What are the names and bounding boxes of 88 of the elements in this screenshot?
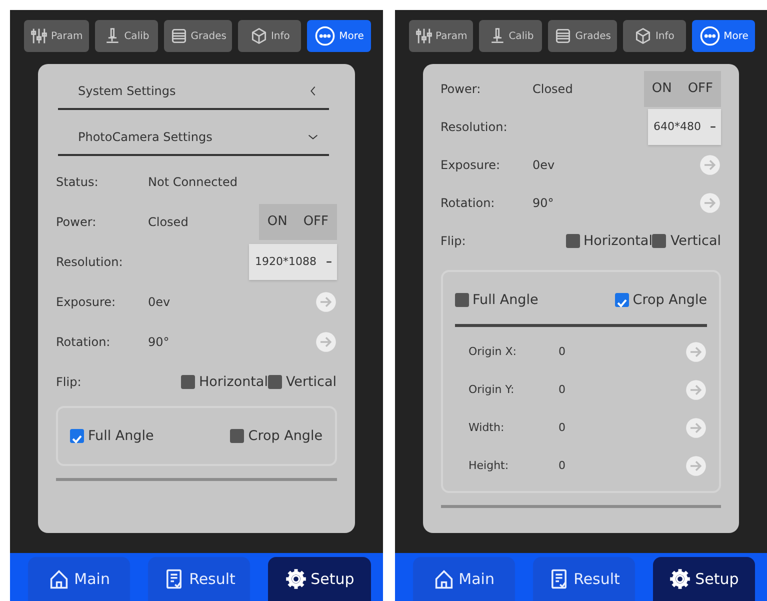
checkbox[interactable]: [566, 234, 580, 248]
checkbox[interactable]: [181, 375, 196, 389]
resolution-dropdown[interactable]: 640*480: [648, 109, 721, 145]
more-icon: [698, 25, 721, 47]
setting-value: 0: [558, 420, 566, 436]
checkbox[interactable]: [230, 429, 244, 443]
setting-label: Origin X:: [468, 344, 518, 360]
section-title: PhotoCamera Settings: [78, 129, 212, 146]
arrow-button-icon: [685, 417, 707, 439]
toolbar-tab[interactable]: Param: [408, 20, 474, 52]
setting-value: 0ev: [532, 157, 556, 174]
setting-label: Origin Y:: [468, 382, 516, 398]
nav-tab[interactable]: Result: [532, 557, 635, 601]
setting-label: Exposure:: [440, 157, 502, 174]
checkbox-label: Crop Angle: [632, 290, 707, 310]
checkbox-checked[interactable]: [70, 429, 84, 443]
setting-label: Power:: [440, 81, 482, 98]
setting-value: Not Connected: [148, 174, 238, 191]
checkbox-label: Vertical: [286, 372, 336, 392]
checkbox-label: Full Angle: [472, 290, 538, 310]
sliders-icon: [414, 27, 432, 45]
nav-tab[interactable]: Main: [28, 557, 130, 601]
toolbar-tab[interactable]: Info: [238, 20, 302, 52]
setting-label: Resolution:: [56, 254, 124, 271]
home-icon: [432, 568, 455, 590]
checkbox-label: Full Angle: [88, 426, 154, 446]
arrow-button-icon: [314, 331, 336, 353]
home-icon: [48, 568, 70, 590]
resolution-dropdown[interactable]: 1920*1088: [249, 244, 336, 280]
setting-value: 0: [558, 458, 566, 474]
arrow-button-icon: [685, 455, 707, 477]
toolbar-tab[interactable]: Calib: [479, 20, 542, 52]
toolbar-tab[interactable]: Grades: [164, 20, 232, 52]
checkbox-checked[interactable]: [614, 293, 629, 307]
settings-icon: [284, 568, 307, 590]
arrow-button-icon: [314, 291, 336, 313]
setting-label: Status:: [56, 174, 100, 191]
off-button[interactable]: OFF: [295, 204, 336, 240]
setting-label: Resolution:: [440, 119, 508, 136]
toolbar-tab[interactable]: Param: [24, 20, 89, 52]
setting-label: Width:: [468, 420, 506, 436]
toolbar-tab[interactable]: More: [307, 20, 370, 52]
setting-label: Exposure:: [56, 294, 117, 311]
stack-icon: [554, 27, 572, 45]
setting-value: 0: [558, 382, 566, 398]
sliders-icon: [30, 27, 48, 45]
checkbox-label: Crop Angle: [248, 426, 322, 446]
settings-icon: [669, 568, 692, 590]
setting-label: Height:: [468, 458, 510, 474]
on-button[interactable]: ON: [644, 71, 680, 107]
arrow-button-icon: [685, 379, 707, 401]
checkbox-label: Horizontal: [584, 232, 652, 251]
off-button[interactable]: OFF: [680, 71, 721, 107]
cube-icon: [250, 27, 268, 45]
toolbar-tab[interactable]: More: [692, 20, 755, 52]
arrow-button-icon: [699, 154, 721, 176]
nav-tab[interactable]: Result: [148, 557, 250, 601]
setting-value: Closed: [148, 214, 190, 231]
setting-value: 0ev: [148, 294, 172, 311]
nav-tab[interactable]: Main: [412, 557, 515, 601]
setting-label: Power:: [56, 214, 98, 231]
setting-label: Flip:: [56, 374, 82, 391]
checkbox-label: Vertical: [670, 232, 721, 251]
arrow-button-icon: [685, 341, 707, 363]
setting-value: Closed: [532, 81, 574, 98]
checkbox[interactable]: [268, 375, 282, 389]
checkbox-label: Horizontal: [199, 372, 268, 392]
setting-value: 90°: [532, 195, 555, 212]
checkbox[interactable]: [454, 293, 468, 307]
more-icon: [314, 25, 336, 47]
section-header[interactable]: PhotoCamera Settings: [58, 116, 328, 156]
setting-value: 0: [558, 344, 566, 360]
arrow-button-icon: [699, 192, 721, 214]
on-button[interactable]: ON: [259, 204, 296, 240]
setting-label: Flip:: [440, 233, 467, 250]
toolbar-tab[interactable]: Grades: [548, 20, 617, 52]
nav-tab[interactable]: Setup: [268, 557, 371, 601]
toolbar-tab[interactable]: Calib: [94, 20, 158, 52]
toolbar-tab[interactable]: Info: [622, 20, 686, 52]
cube-icon: [634, 27, 652, 45]
setting-value: 90°: [148, 334, 170, 351]
section-header[interactable]: System Settings: [58, 70, 328, 110]
nav-tab[interactable]: Setup: [652, 557, 756, 601]
stack-icon: [170, 27, 188, 45]
checkbox[interactable]: [652, 234, 666, 248]
section-title: System Settings: [78, 83, 176, 100]
setting-label: Rotation:: [440, 195, 496, 212]
setting-label: Rotation:: [56, 334, 112, 351]
